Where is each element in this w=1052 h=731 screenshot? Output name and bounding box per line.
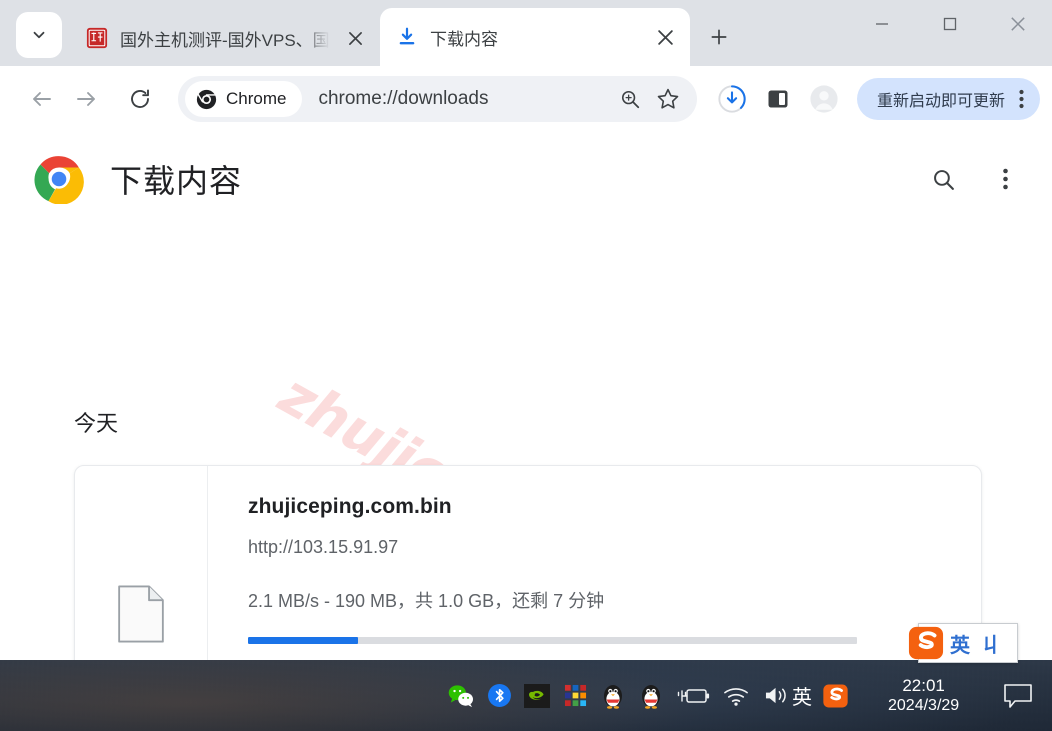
download-filename: zhujiceping.com.bin: [248, 495, 452, 518]
chrome-browser-window: 国外主机测评-国外VPS、国… 下载内容 Chrome chrome://dow…: [0, 0, 1052, 660]
speaker-icon[interactable]: [762, 683, 790, 709]
downloads-menu-button[interactable]: [982, 156, 1028, 202]
sogou-logo-icon: [908, 626, 944, 660]
tab-search-button[interactable]: [16, 12, 62, 58]
avatar-icon: [810, 85, 838, 113]
bluetooth-icon: [487, 684, 511, 707]
zoom-icon: [621, 90, 640, 109]
qq-icon-2[interactable]: [638, 683, 664, 709]
arrow-left-icon: [33, 92, 51, 106]
wechat-icon: [448, 684, 473, 707]
clock-date: 2024/3/29: [888, 697, 960, 715]
chrome-chip: Chrome: [185, 81, 303, 117]
search-icon: [933, 169, 954, 190]
minimize-icon: [876, 23, 888, 25]
browser-tab-1-title: 国外主机测评-国外VPS、国…: [120, 30, 330, 50]
wechat-icon[interactable]: [448, 683, 474, 709]
browser-tab-2-title: 下载内容: [430, 29, 498, 49]
color-grid-icon[interactable]: [562, 683, 588, 709]
download-file-icon-column: [75, 466, 208, 660]
zoom-button[interactable]: [611, 80, 649, 118]
forward-button[interactable]: [66, 79, 106, 119]
battery-charging-icon: [677, 688, 710, 703]
notification-balloon-icon: [1004, 683, 1032, 708]
qq-penguin-icon: [642, 684, 660, 709]
address-bar[interactable]: Chrome chrome://downloads: [178, 76, 697, 122]
close-icon: [1011, 17, 1025, 31]
maximize-button[interactable]: [916, 0, 984, 48]
taskbar-clock[interactable]: 22:01 2024/3/29: [888, 675, 959, 716]
wifi-icon[interactable]: [722, 683, 750, 709]
side-panel-icon: [768, 90, 788, 108]
downloads-page-header: 下载内容: [0, 132, 1052, 226]
browser-tab-2[interactable]: 下载内容: [380, 8, 690, 66]
seal-favicon: [86, 27, 108, 49]
notification-center-button[interactable]: [1003, 683, 1033, 709]
download-status-text: 2.1 MB/s - 190 MB，共 1.0 GB，还剩 7 分钟: [248, 591, 605, 611]
minimize-button[interactable]: [848, 0, 916, 48]
sogou-logo-icon: [822, 684, 848, 707]
close-window-button[interactable]: [984, 0, 1052, 48]
page-title: 下载内容: [110, 163, 243, 199]
nvidia-icon: [524, 683, 550, 708]
chrome-chip-label: Chrome: [226, 89, 287, 108]
downloads-page: zhujiceping.com 下载内容: [0, 132, 1052, 660]
sogou-ime-widget[interactable]: 英 丩: [908, 623, 1018, 663]
three-dot-menu-icon: [1019, 89, 1024, 109]
taskbar: 英 22:01 2024/3/29: [0, 660, 1052, 731]
sogou-tray-icon[interactable]: [820, 683, 850, 709]
address-bar-url: chrome://downloads: [318, 88, 489, 109]
reload-icon: [131, 89, 149, 108]
clock-time: 22:01: [902, 675, 945, 695]
browser-toolbar: Chrome chrome://downloads 重新启动即可更新: [0, 66, 1052, 132]
chrome-logo-icon: [34, 156, 84, 204]
bookmark-button[interactable]: [649, 80, 687, 118]
update-button[interactable]: 重新启动即可更新: [856, 78, 1040, 120]
ime-mode-label[interactable]: 英: [950, 629, 970, 658]
speaker-icon: [765, 687, 786, 704]
reload-button[interactable]: [120, 79, 160, 119]
browser-tab-2-close-button[interactable]: [652, 24, 678, 50]
wifi-icon: [723, 687, 748, 706]
arrow-right-icon: [77, 92, 95, 106]
download-progress-fill: [248, 637, 358, 644]
download-progress-bar: [248, 637, 857, 644]
chrome-menu-button[interactable]: [1013, 89, 1030, 109]
download-details: zhujiceping.com.bin http://103.15.91.97 …: [208, 466, 981, 660]
download-item-card[interactable]: zhujiceping.com.bin http://103.15.91.97 …: [74, 465, 982, 660]
generic-file-icon: [118, 585, 164, 643]
tab-strip: 国外主机测评-国外VPS、国… 下载内容: [0, 0, 1052, 66]
three-dot-menu-icon: [1002, 168, 1008, 190]
ime-keyboard-label[interactable]: 丩: [981, 629, 1001, 658]
plus-icon: [711, 29, 727, 45]
close-icon: [657, 29, 673, 45]
browser-tab-1[interactable]: 国外主机测评-国外VPS、国…: [70, 10, 380, 66]
nvidia-icon[interactable]: [524, 683, 550, 709]
chevron-down-icon: [33, 31, 45, 39]
section-label-today: 今天: [74, 411, 119, 436]
downloads-search-button[interactable]: [920, 156, 966, 202]
bluetooth-icon[interactable]: [486, 683, 512, 709]
window-controls: [848, 0, 1052, 48]
maximize-icon: [943, 17, 957, 31]
star-icon: [657, 88, 679, 109]
qq-penguin-icon: [604, 684, 622, 709]
downloads-button[interactable]: [711, 78, 753, 120]
close-icon: [348, 31, 362, 45]
qq-icon-1[interactable]: [600, 683, 626, 709]
system-tray: [448, 683, 790, 709]
browser-tab-1-close-button[interactable]: [342, 25, 368, 51]
chrome-logo-icon: [196, 89, 217, 109]
color-grid-icon: [564, 684, 586, 707]
download-source-url[interactable]: http://103.15.91.97: [248, 537, 981, 558]
taskbar-language-indicator[interactable]: 英: [792, 681, 812, 710]
side-panel-button[interactable]: [757, 78, 799, 120]
download-icon: [399, 27, 415, 45]
back-button[interactable]: [22, 79, 62, 119]
update-button-label: 重新启动即可更新: [876, 93, 1005, 110]
download-progress-icon: [718, 85, 746, 113]
battery-icon[interactable]: [676, 683, 710, 709]
new-tab-button[interactable]: [698, 16, 740, 58]
profile-avatar-button[interactable]: [803, 78, 845, 120]
